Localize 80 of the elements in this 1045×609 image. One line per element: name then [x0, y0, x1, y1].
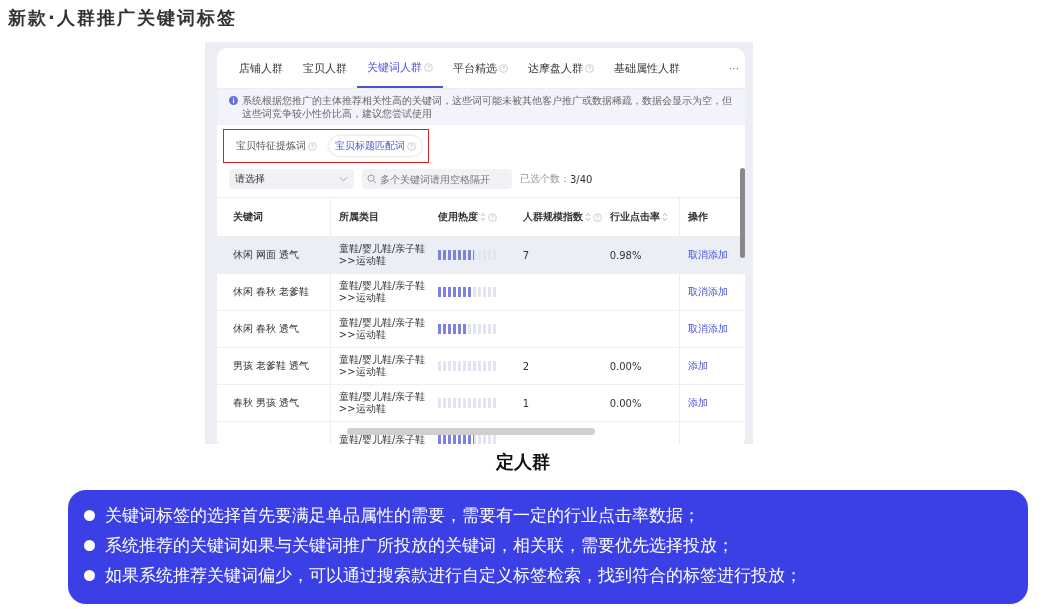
search-icon [367, 174, 377, 184]
category-cell: >>运动鞋 [338, 255, 386, 267]
bullet-text: 关键词标签的选择首先要满足单品属性的需要，需要有一定的行业点击率数据； [105, 504, 700, 527]
column-header[interactable]: 使用热度 [437, 210, 497, 224]
tab[interactable]: 店铺人群 [229, 48, 293, 88]
bullet-text: 系统推荐的关键词如果与关键词推广所投放的关键词，相关联，需要优先选择投放； [105, 534, 734, 557]
category-cell: 童鞋/婴儿鞋/亲子鞋 [338, 280, 426, 292]
action-link[interactable]: 添加 [687, 359, 708, 373]
tab[interactable]: 基础属性人群 [604, 48, 690, 88]
table-row[interactable]: 春秋 男孩 透气 童鞋/婴儿鞋/亲子鞋 >>运动鞋 1 0.00% 添加 [217, 385, 745, 422]
tab[interactable]: 宝贝人群 [293, 48, 357, 88]
help-icon [308, 141, 317, 151]
crowd-index-cell: 2 [522, 360, 530, 372]
sub-tab[interactable]: 宝贝特征提炼词 [230, 136, 323, 156]
selected-count: 3/40 [570, 173, 593, 185]
heat-meter [437, 435, 498, 444]
vertical-scrollbar[interactable] [740, 168, 745, 258]
column-header[interactable]: 操作 [687, 210, 708, 224]
chevron-down-icon [339, 176, 348, 182]
tab[interactable]: 平台精选 [443, 48, 518, 88]
category-cell: 童鞋/婴儿鞋/亲子鞋 [338, 391, 426, 403]
keyword-cell: 春秋 男孩 透气 [233, 396, 300, 410]
help-icon [407, 141, 416, 151]
column-header[interactable]: 人群规模指数 [522, 210, 602, 224]
click-rate-cell: 0.98% [609, 249, 642, 261]
count-label: 已选个数： [520, 172, 570, 186]
keyword-cell: 男孩 老爹鞋 透气 [233, 359, 310, 373]
category-cell: 童鞋/婴儿鞋/亲子鞋 [338, 243, 426, 255]
horizontal-scrollbar[interactable] [347, 428, 595, 435]
slide-title: 新款·人群推广关键词标签 [8, 6, 237, 30]
category-cell: 童鞋/婴儿鞋/亲子鞋 [338, 317, 426, 329]
column-header[interactable]: 关键词 [233, 210, 263, 224]
category-cell: >>运动鞋 [338, 292, 386, 304]
crowd-index-cell: 1 [522, 397, 530, 409]
crowd-index-cell: 7 [522, 249, 530, 261]
bullet-icon [84, 509, 95, 521]
help-icon [487, 212, 497, 222]
keyword-cell: 休闲 春秋 老爹鞋 [233, 285, 310, 299]
heat-meter [437, 398, 498, 408]
heat-meter [437, 324, 498, 334]
category-cell: >>运动鞋 [338, 329, 386, 341]
sort-icon[interactable] [479, 212, 486, 222]
action-link[interactable]: 添加 [687, 396, 708, 410]
help-icon [592, 212, 602, 222]
category-cell: 童鞋/婴儿鞋/亲子鞋 [338, 354, 426, 366]
bullet-icon [84, 569, 95, 581]
caption: 定人群 [494, 450, 551, 474]
category-select[interactable]: 请选择 [229, 169, 354, 189]
notice-text: 系统根据您推广的主体推荐相关性高的关键词，这些词可能未被其他客户推广或数据稀疏，数据会显示为空，但这些词竞争较小性价比高，建议您尝试使用 [242, 94, 733, 120]
heat-meter [437, 287, 498, 297]
action-link[interactable]: 取消添加 [687, 248, 728, 262]
tab[interactable]: 达摩盘人群 [518, 48, 604, 88]
sort-icon[interactable] [584, 212, 591, 222]
table-row[interactable]: 休闲 网面 透气 童鞋/婴儿鞋/亲子鞋 >>运动鞋 7 0.98% 取消添加 [217, 237, 745, 274]
column-header[interactable]: 所属类目 [338, 210, 379, 224]
table-row[interactable]: 休闲 春秋 透气 童鞋/婴儿鞋/亲子鞋 >>运动鞋 取消添加 [217, 311, 745, 348]
help-icon [499, 63, 508, 73]
help-icon [585, 63, 594, 73]
click-rate-cell: 0.00% [609, 360, 642, 372]
action-link[interactable]: 取消添加 [687, 322, 728, 336]
heat-meter [437, 361, 498, 371]
sort-icon[interactable] [661, 212, 668, 222]
category-cell: 童鞋/婴儿鞋/亲子鞋 [338, 434, 426, 444]
category-cell: >>运动鞋 [338, 366, 386, 378]
column-header[interactable]: 行业点击率 [609, 210, 668, 224]
action-link[interactable]: 取消添加 [687, 285, 728, 299]
help-icon [424, 62, 433, 72]
click-rate-cell: 0.00% [609, 397, 642, 409]
more-button[interactable]: ··· [723, 62, 745, 74]
table-row[interactable]: 休闲 春秋 老爹鞋 童鞋/婴儿鞋/亲子鞋 >>运动鞋 取消添加 [217, 274, 745, 311]
table-row[interactable]: 男孩 老爹鞋 透气 童鞋/婴儿鞋/亲子鞋 >>运动鞋 2 0.00% 添加 [217, 348, 745, 385]
sub-tab[interactable]: 宝贝标题匹配词 [329, 136, 422, 156]
bullet-text: 如果系统推荐关键词偏少，可以通过搜索款进行自定义标签检索，找到符合的标签进行投放； [105, 564, 802, 587]
bullet-icon [84, 539, 95, 551]
keyword-cell: 休闲 春秋 透气 [233, 322, 300, 336]
keyword-cell: 休闲 网面 透气 [233, 248, 300, 262]
info-icon [229, 96, 238, 105]
search-field[interactable]: 多个关键词请用空格隔开 [362, 169, 512, 189]
category-cell: >>运动鞋 [338, 403, 386, 415]
heat-meter [437, 250, 498, 260]
